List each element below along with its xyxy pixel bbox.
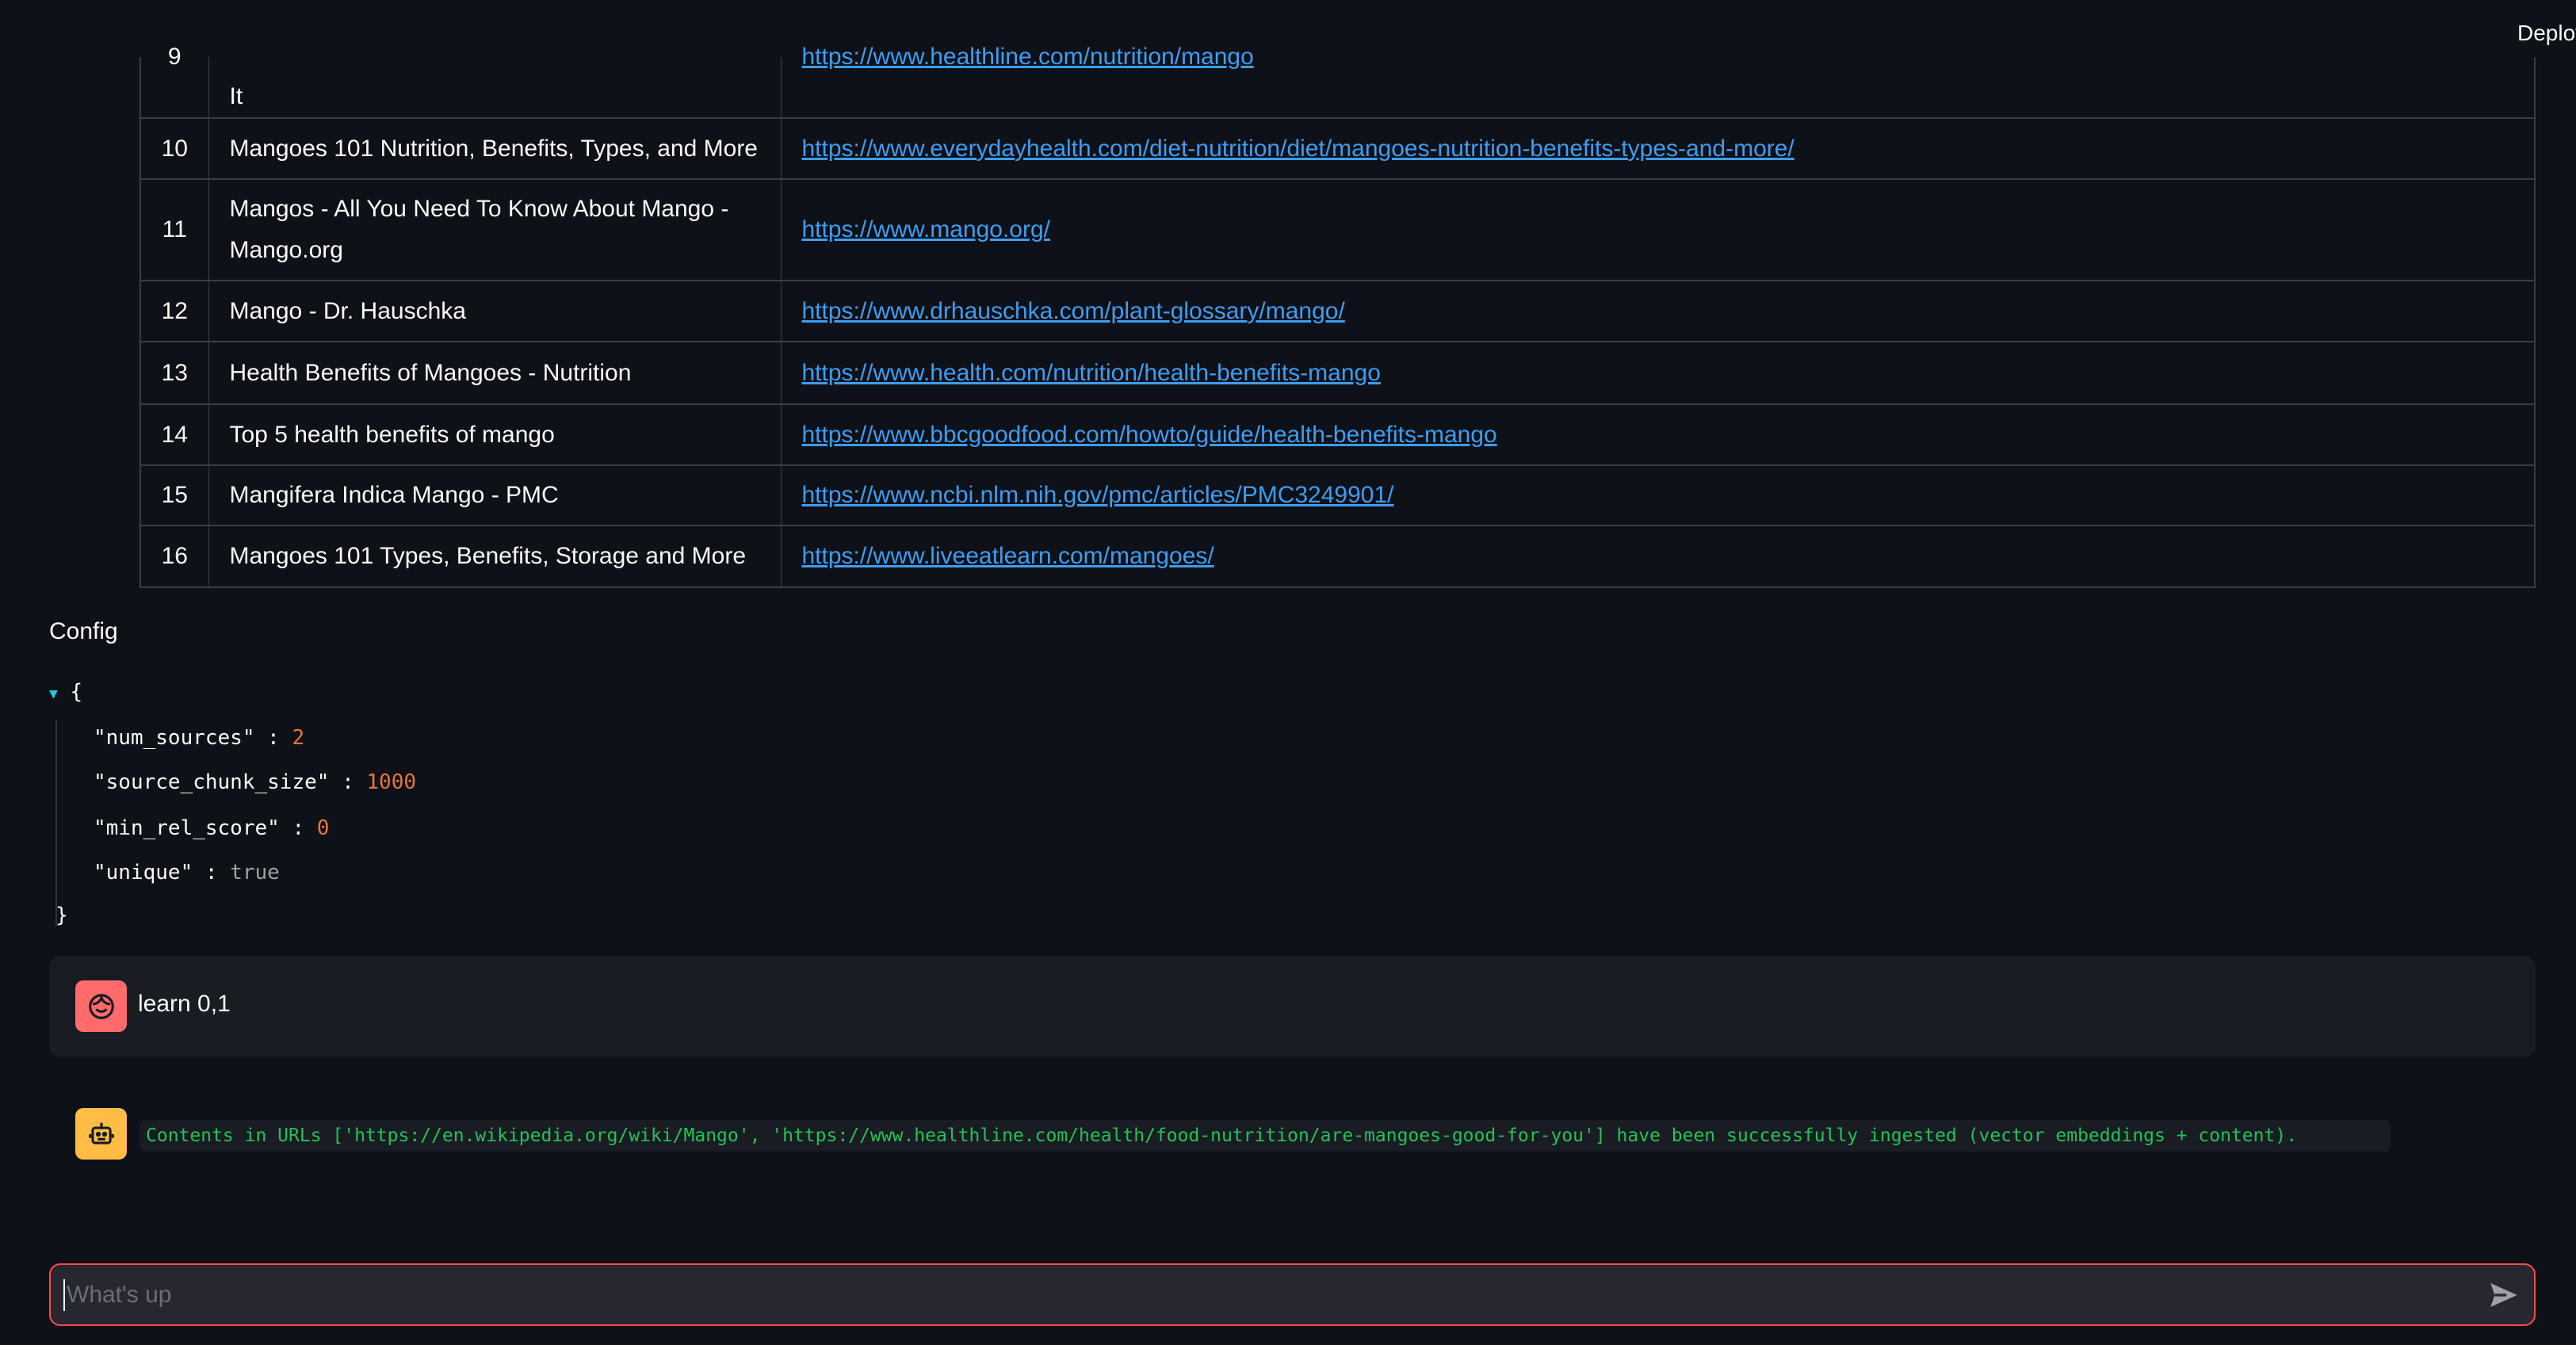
json-entry: "unique" : true [94,861,280,885]
chat-input-container [49,1263,2536,1326]
row-number: 16 [141,525,209,587]
source-link[interactable]: https://www.health.com/nutrition/health-… [802,360,1381,386]
source-title: Mangos - All You Need To Know About Mang… [208,179,782,281]
assistant-message-code: Contents in URLs ['https://en.wikipedia.… [140,1120,2391,1152]
config-label: Config [49,618,118,644]
json-entry: "min_rel_score" : 0 [94,816,330,840]
source-link[interactable]: https://www.healthline.com/nutrition/man… [802,44,1254,70]
user-message-text: learn 0,1 [138,991,231,1017]
row-number: 13 [141,342,209,405]
source-url-cell: https://www.mango.org/ [781,179,2534,281]
row-number: 15 [141,465,209,526]
user-avatar-icon [75,980,127,1032]
chat-input[interactable] [63,1279,2441,1311]
source-url-cell: https://www.healthline.com/nutrition/man… [781,45,2534,119]
json-entry: "source_chunk_size" : 1000 [94,770,417,794]
source-title: Mango - Dr. Hauschka [208,281,782,342]
source-title: Mangifera Indica Mango - PMC [208,465,782,526]
source-link[interactable]: https://www.everydayhealth.com/diet-nutr… [802,136,1794,162]
row-number: 9 [141,45,209,119]
source-url-cell: https://www.liveeatlearn.com/mangoes/ [781,525,2534,587]
source-title: Top 5 health benefits of mango [208,404,782,466]
source-title: Mangoes 101 Nutrition, Benefits, Types, … [208,118,782,180]
table-row: 14 Top 5 health benefits of mango https://… [141,404,2534,466]
table-row: 13 Health Benefits of Mangoes - Nutrition… [141,342,2534,405]
deploy-button[interactable]: Deploy [2517,21,2576,46]
close-brace: } [55,904,68,927]
user-chat-message: learn 0,1 [49,956,2536,1057]
table-row: 11 Mangos - All You Need To Know About Ma… [141,179,2534,281]
source-link[interactable]: https://www.mango.org/ [802,216,1050,243]
source-title: Health Benefits of Mangoes - Nutrition [208,342,782,405]
source-link[interactable]: https://www.liveeatlearn.com/mangoes/ [802,543,1214,569]
json-indent-guide [55,720,57,926]
source-url-cell: https://www.ncbi.nlm.nih.gov/pmc/article… [781,465,2534,526]
row-number: 11 [141,179,209,281]
source-url-cell: https://www.bbcgoodfood.com/howto/guide/… [781,404,2534,466]
source-link[interactable]: https://www.bbcgoodfood.com/howto/guide/… [802,422,1497,448]
table-row: 12 Mango - Dr. Hauschka https://www.drhaus… [141,281,2534,342]
bot-avatar-icon [75,1108,127,1160]
row-number: 12 [141,281,209,342]
source-title: It [208,57,782,119]
source-link[interactable]: https://www.ncbi.nlm.nih.gov/pmc/article… [802,482,1394,508]
source-url-cell: https://www.everydayhealth.com/diet-nutr… [781,118,2534,180]
send-icon[interactable] [2488,1279,2520,1311]
source-url-cell: https://www.health.com/nutrition/health-… [781,342,2534,405]
source-title: Mangoes 101 Types, Benefits, Storage and… [208,525,782,587]
collapse-toggle-icon[interactable]: ▼ [49,686,58,702]
source-url-cell: https://www.drhauschka.com/plant-glossar… [781,281,2534,342]
table-row: 15 Mangifera Indica Mango - PMC https://ww… [141,465,2534,526]
row-number: 14 [141,404,209,466]
table-row: 10 Mangoes 101 Nutrition, Benefits, Types… [141,118,2534,180]
open-brace: { [70,680,83,704]
json-entry: "num_sources" : 2 [94,726,305,750]
row-number: 10 [141,118,209,180]
table-row: 16 Mangoes 101 Types, Benefits, Storage a… [141,525,2534,587]
table-row: 9 It https://www.healthline.com/nutrition/… [141,45,2534,119]
source-link[interactable]: https://www.drhauschka.com/plant-glossar… [802,298,1345,324]
sources-table: 9 It https://www.healthline.com/nutrition/… [140,45,2536,588]
